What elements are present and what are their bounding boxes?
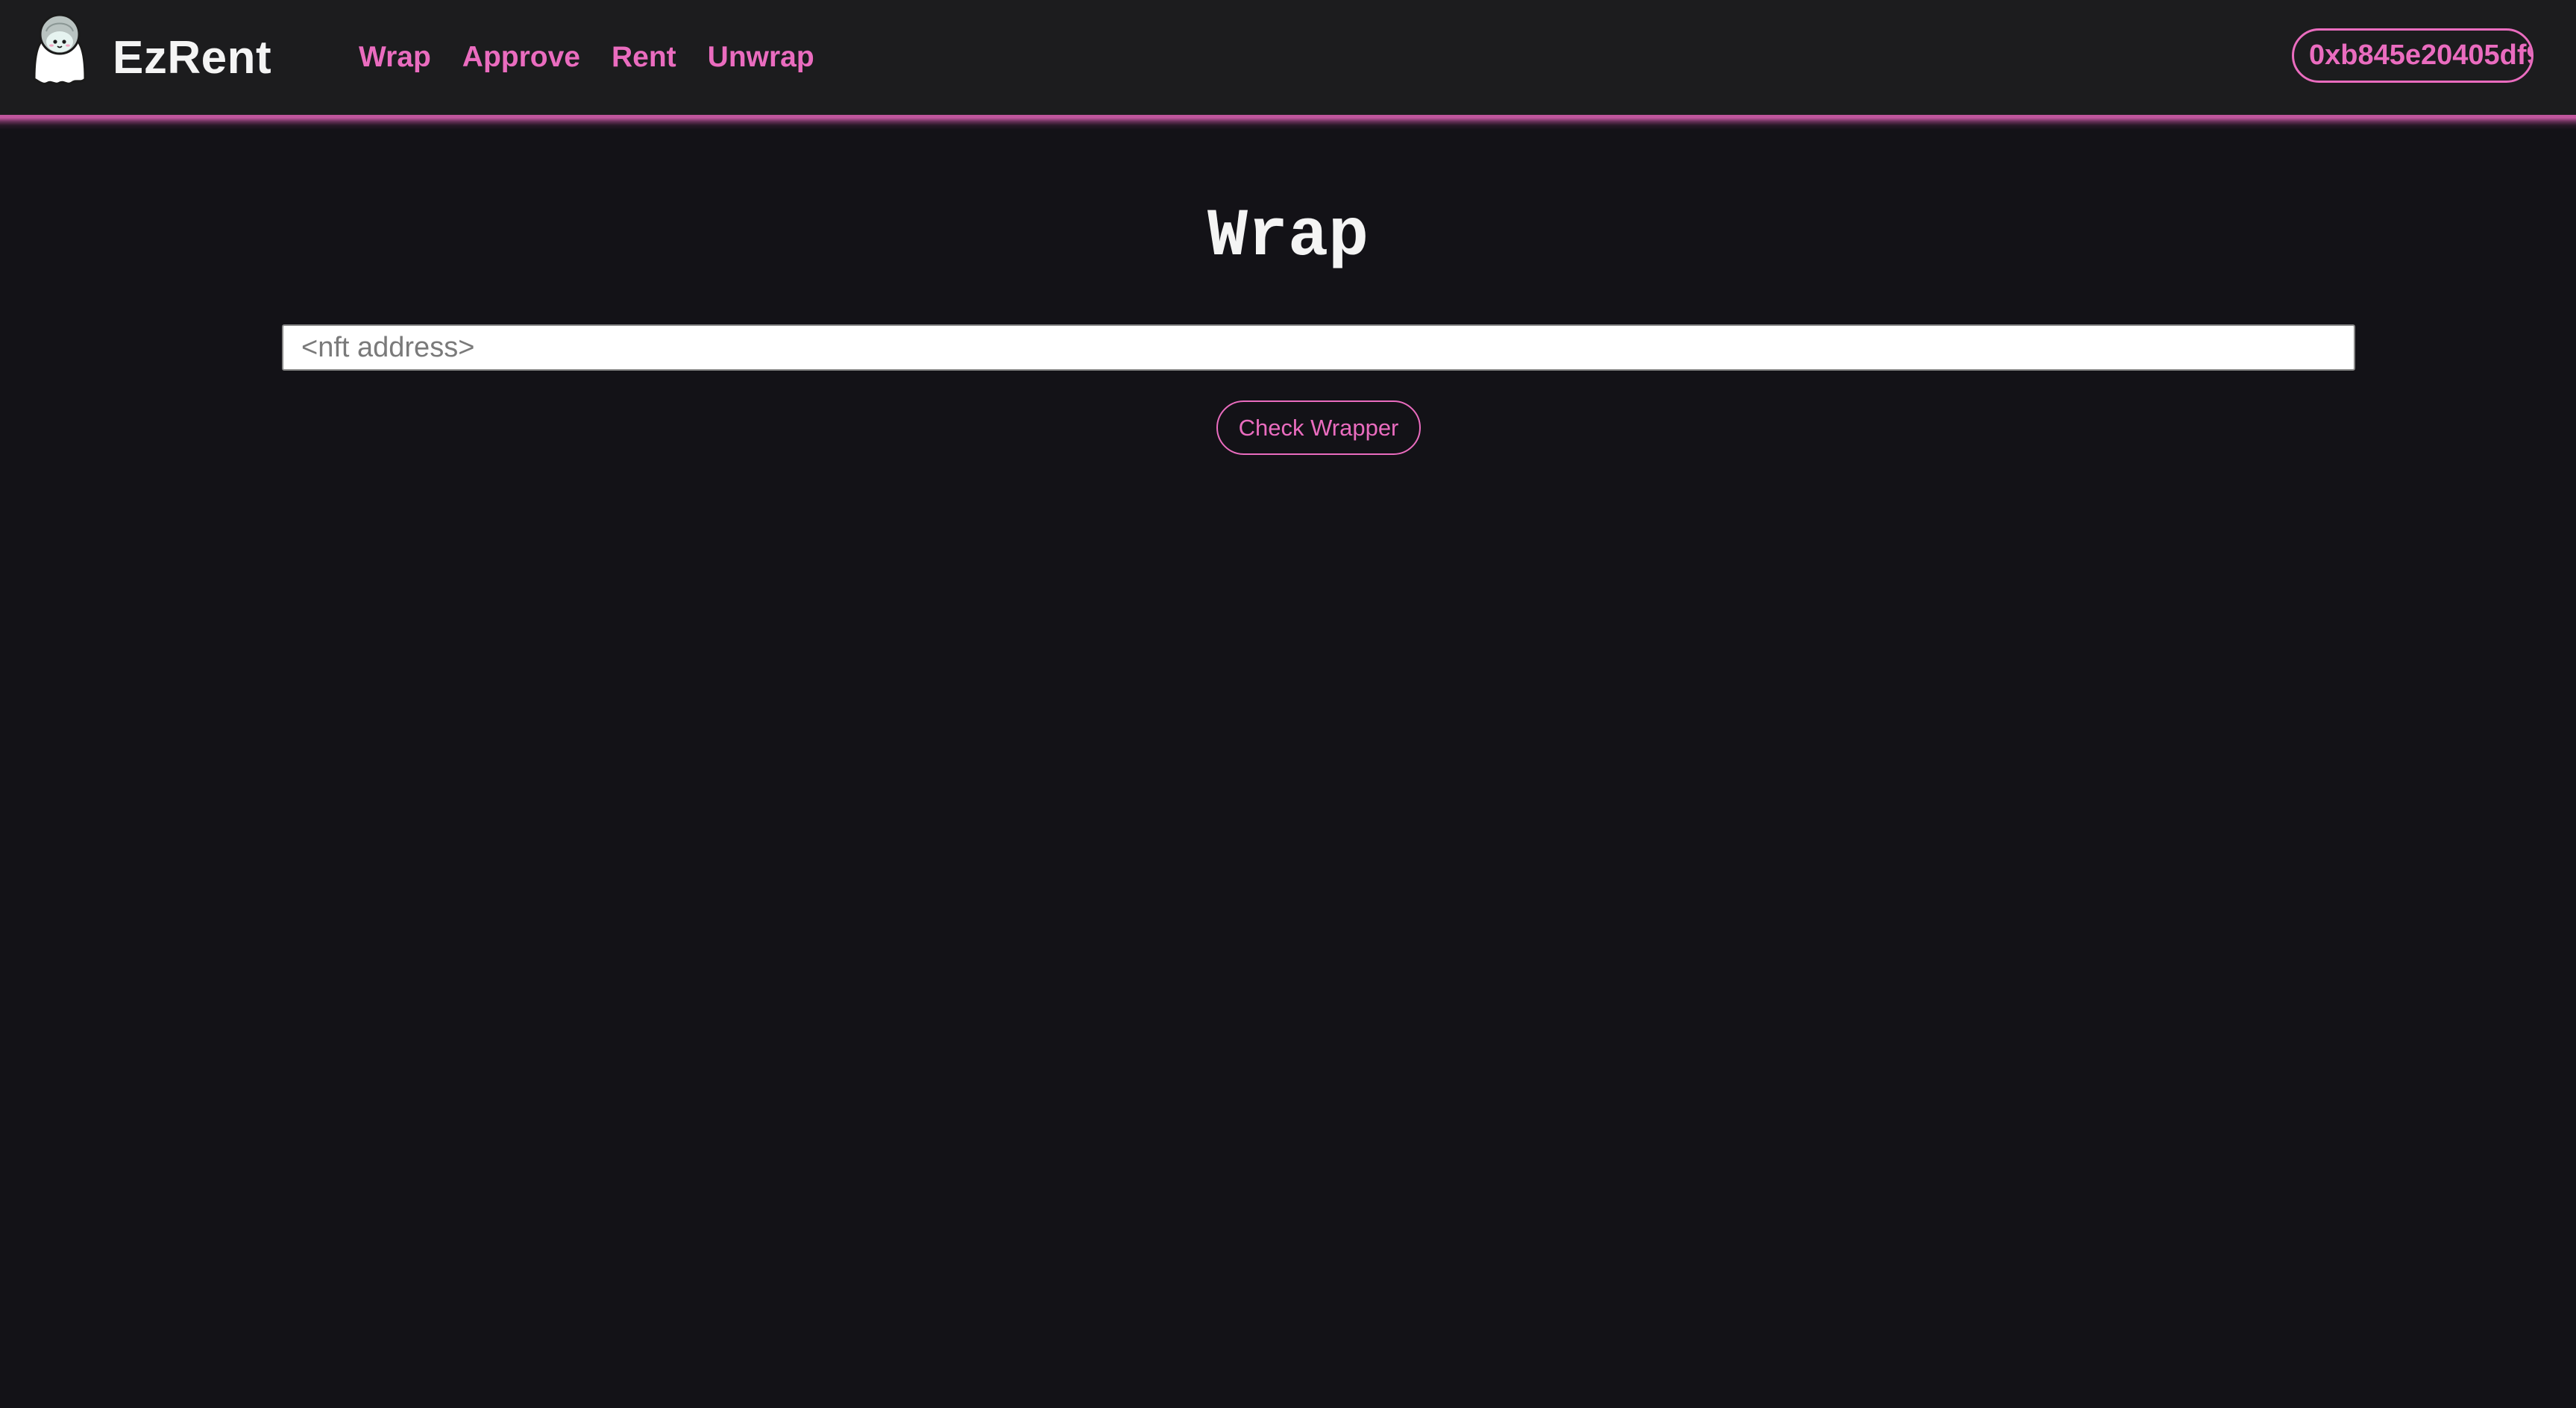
check-wrapper-button[interactable]: Check Wrapper xyxy=(1216,400,1421,455)
nav-link-wrap[interactable]: Wrap xyxy=(359,36,431,79)
nav-link-rent[interactable]: Rent xyxy=(612,36,676,79)
ghost-icon[interactable] xyxy=(27,12,92,87)
nav-link-approve[interactable]: Approve xyxy=(462,36,580,79)
nft-address-input[interactable] xyxy=(282,324,2355,371)
page-title: Wrap xyxy=(1207,199,1369,275)
top-navbar: EzRent Wrap Approve Rent Unwrap 0xb845e2… xyxy=(0,0,2576,115)
wallet-address-button[interactable]: 0xb845e20405df9 xyxy=(2292,28,2533,83)
brand-name[interactable]: EzRent xyxy=(113,28,271,88)
navbar-divider xyxy=(0,115,2576,130)
main-nav: Wrap Approve Rent Unwrap xyxy=(359,36,846,79)
nav-link-unwrap[interactable]: Unwrap xyxy=(708,36,814,79)
